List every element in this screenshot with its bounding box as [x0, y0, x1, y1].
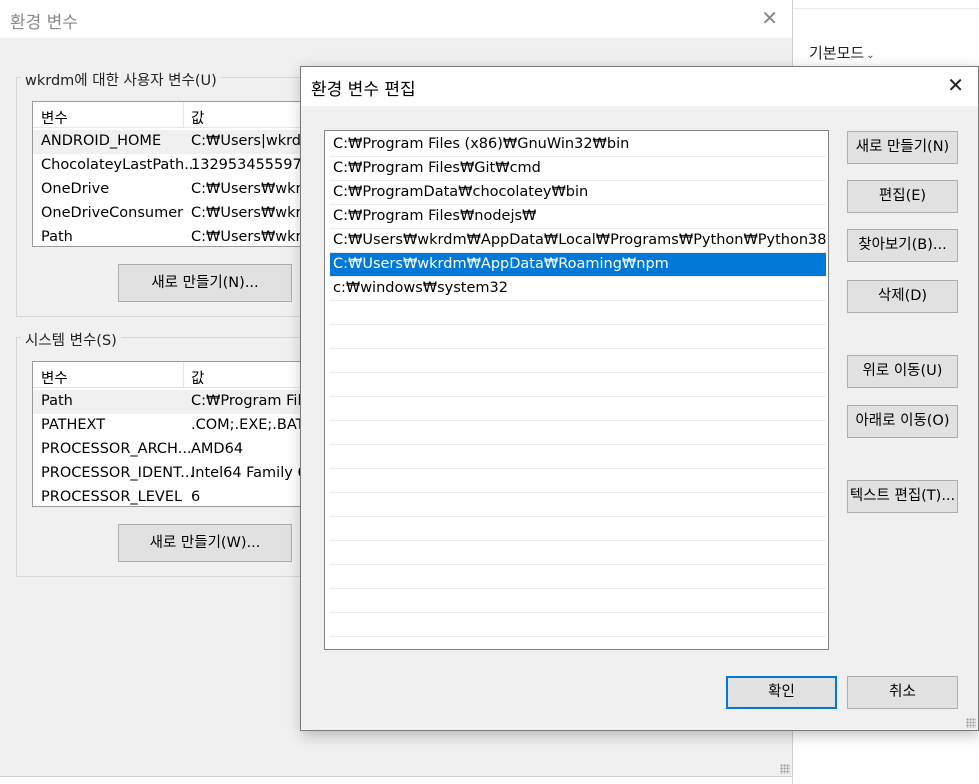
title-bar: 환경 변수 편집 ✕ — [301, 67, 978, 106]
empty-row[interactable] — [330, 469, 826, 493]
title-bar: 환경 변수 ✕ — [0, 0, 792, 38]
edit-environment-variable-dialog: 환경 변수 편집 ✕ C:₩Program Files (x86)₩GnuWin… — [300, 66, 979, 731]
path-text: C:₩ProgramData₩chocolatey₩bin — [333, 184, 589, 200]
empty-row[interactable] — [330, 493, 826, 517]
empty-row[interactable] — [330, 373, 826, 397]
column-separator — [183, 362, 184, 387]
system-variables-list[interactable]: 변수 값 Path C:₩Program File PATHEXT .COM;.… — [32, 361, 302, 507]
var-value: Intel64 Family 6 — [191, 465, 302, 481]
path-item[interactable]: C:₩Users₩wkrdm₩AppData₩Local₩Programs₩Py… — [330, 229, 827, 253]
resize-grip[interactable] — [966, 718, 976, 728]
path-item[interactable]: C:₩Program Files₩nodejs₩ — [330, 205, 826, 229]
move-down-button[interactable]: 아래로 이동(O) — [847, 405, 958, 438]
path-text: c:₩windows₩system32 — [333, 280, 508, 296]
new-button[interactable]: 새로 만들기(N) — [847, 131, 958, 164]
list-item[interactable]: OneDriveConsumer C:₩Users₩wkrdm — [33, 202, 301, 226]
var-name: OneDrive — [41, 181, 110, 197]
var-value: C:₩Program File — [191, 393, 302, 409]
empty-row[interactable] — [330, 325, 826, 349]
path-item[interactable]: C:₩Program Files (x86)₩GnuWin32₩bin — [330, 133, 826, 157]
var-name: PATHEXT — [41, 417, 106, 433]
empty-row[interactable] — [330, 397, 826, 421]
divider — [793, 8, 979, 9]
path-list[interactable]: C:₩Program Files (x86)₩GnuWin32₩bin C:₩P… — [324, 130, 829, 650]
mode-dropdown[interactable]: 기본모드 ⌄ — [809, 42, 875, 63]
close-icon[interactable]: ✕ — [947, 73, 964, 97]
list-item[interactable]: PROCESSOR_ARCH... AMD64 — [33, 438, 301, 462]
path-text: C:₩Users₩wkrdm₩AppData₩Roaming₩npm — [333, 256, 669, 272]
list-item[interactable]: ChocolateyLastPath... 13295345559725 — [33, 154, 301, 178]
var-name: ChocolateyLastPath... — [41, 157, 199, 173]
path-text: C:₩Users₩wkrdm₩AppData₩Local₩Programs₩Py… — [333, 232, 827, 248]
system-variables-label: 시스템 변수(S) — [21, 329, 121, 350]
column-value[interactable]: 값 — [191, 367, 204, 388]
list-item[interactable]: OneDrive C:₩Users₩wkrdm — [33, 178, 301, 202]
list-item[interactable]: PROCESSOR_LEVEL 6 — [33, 486, 301, 506]
list-item[interactable]: ANDROID_HOME C:₩Users|wkrdm — [33, 130, 301, 154]
var-name: PROCESSOR_LEVEL — [41, 489, 183, 505]
empty-row[interactable] — [330, 421, 826, 445]
new-system-variable-button[interactable]: 새로 만들기(W)... — [118, 524, 292, 562]
column-variable[interactable]: 변수 — [41, 367, 68, 388]
dialog-title: 환경 변수 — [10, 13, 78, 33]
var-name: PROCESSOR_ARCH... — [41, 441, 192, 457]
empty-row[interactable] — [330, 565, 826, 589]
empty-row[interactable] — [330, 589, 826, 613]
list-header: 변수 값 — [33, 102, 301, 128]
edit-button[interactable]: 편집(E) — [847, 180, 958, 213]
empty-row[interactable] — [330, 349, 826, 373]
dialog-title: 환경 변수 편집 — [311, 80, 416, 100]
ok-button[interactable]: 확인 — [726, 676, 837, 709]
delete-button[interactable]: 삭제(D) — [847, 280, 958, 313]
var-name: ANDROID_HOME — [41, 133, 162, 149]
path-item[interactable]: c:₩windows₩system32 — [330, 277, 826, 301]
browse-button[interactable]: 찾아보기(B)... — [847, 229, 958, 262]
path-item[interactable]: C:₩ProgramData₩chocolatey₩bin — [330, 181, 826, 205]
new-user-variable-button[interactable]: 새로 만들기(N)... — [118, 264, 292, 302]
var-value: C:₩Users|wkrdm — [191, 133, 302, 149]
var-name: Path — [41, 393, 73, 409]
list-item[interactable]: Path C:₩Users₩wkrdm — [33, 226, 302, 246]
var-value: C:₩Users₩wkrdm — [191, 181, 302, 197]
empty-row[interactable] — [330, 613, 826, 637]
var-name: PROCESSOR_IDENT... — [41, 465, 195, 481]
path-text: C:₩Program Files (x86)₩GnuWin32₩bin — [333, 136, 630, 152]
user-variables-list[interactable]: 변수 값 ANDROID_HOME C:₩Users|wkrdm Chocola… — [32, 101, 302, 247]
empty-row[interactable] — [330, 541, 826, 565]
column-value[interactable]: 값 — [191, 107, 204, 128]
list-item[interactable]: PROCESSOR_IDENT... Intel64 Family 6 — [33, 462, 301, 486]
var-value: 13295345559725 — [191, 157, 302, 173]
list-header: 변수 값 — [33, 362, 301, 388]
path-item[interactable]: C:₩Program Files₩Git₩cmd — [330, 157, 826, 181]
path-text: C:₩Program Files₩nodejs₩ — [333, 208, 537, 224]
var-name: Path — [41, 229, 73, 245]
var-value: AMD64 — [191, 441, 244, 457]
resize-grip[interactable] — [780, 764, 790, 774]
var-value: 6 — [191, 489, 201, 505]
chevron-down-icon: ⌄ — [866, 50, 875, 61]
user-variables-label: wkrdm에 대한 사용자 변수(U) — [21, 69, 221, 90]
column-separator — [183, 102, 184, 127]
empty-row[interactable] — [330, 301, 826, 325]
edit-text-button[interactable]: 텍스트 편집(T)... — [847, 480, 958, 513]
list-item[interactable]: PATHEXT .COM;.EXE;.BAT;. — [33, 414, 301, 438]
column-variable[interactable]: 변수 — [41, 107, 68, 128]
close-icon[interactable]: ✕ — [761, 6, 778, 30]
path-text: C:₩Program Files₩Git₩cmd — [333, 160, 541, 176]
var-value: C:₩Users₩wkrdm — [191, 229, 302, 245]
var-value: C:₩Users₩wkrdm — [191, 205, 302, 221]
path-item-selected[interactable]: C:₩Users₩wkrdm₩AppData₩Roaming₩npm — [330, 253, 826, 277]
empty-row[interactable] — [330, 517, 826, 541]
list-item[interactable]: Path C:₩Program File — [33, 390, 301, 414]
mode-label: 기본모드 — [809, 44, 865, 62]
var-name: OneDriveConsumer — [41, 205, 184, 221]
empty-row[interactable] — [330, 445, 826, 469]
var-value: .COM;.EXE;.BAT;. — [191, 417, 302, 433]
cancel-button[interactable]: 취소 — [847, 676, 958, 709]
move-up-button[interactable]: 위로 이동(U) — [847, 355, 958, 388]
